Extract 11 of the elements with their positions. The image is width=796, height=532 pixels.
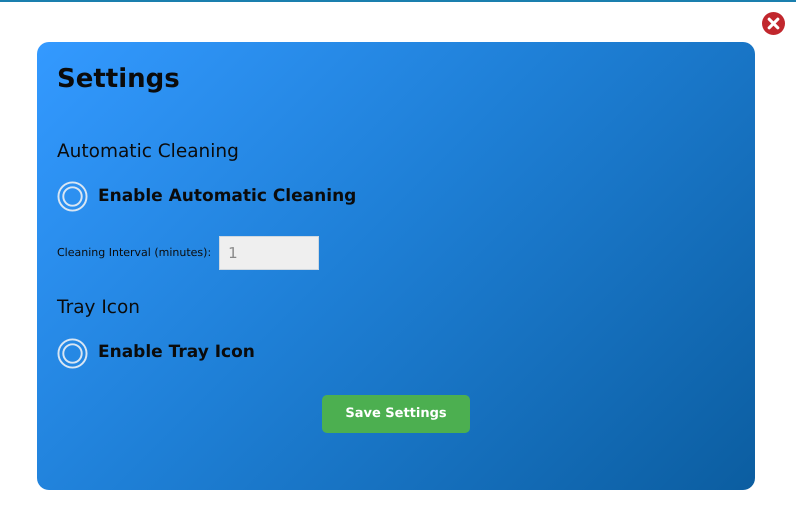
radio-button[interactable] <box>57 181 88 212</box>
save-button[interactable]: Save Settings <box>322 394 470 433</box>
field-label: Cleaning Interval (minutes): <box>57 245 212 262</box>
settings-title: Settings <box>57 64 181 96</box>
close-icon[interactable] <box>762 12 785 35</box>
radio-button[interactable] <box>57 338 88 369</box>
section-heading: Automatic Cleaning <box>57 141 240 164</box>
number-field[interactable]: 1 <box>219 236 320 270</box>
option-label: Enable Automatic Cleaning <box>98 185 356 208</box>
section-heading: Tray Icon <box>57 297 142 320</box>
option-label: Enable Tray Icon <box>98 341 255 364</box>
